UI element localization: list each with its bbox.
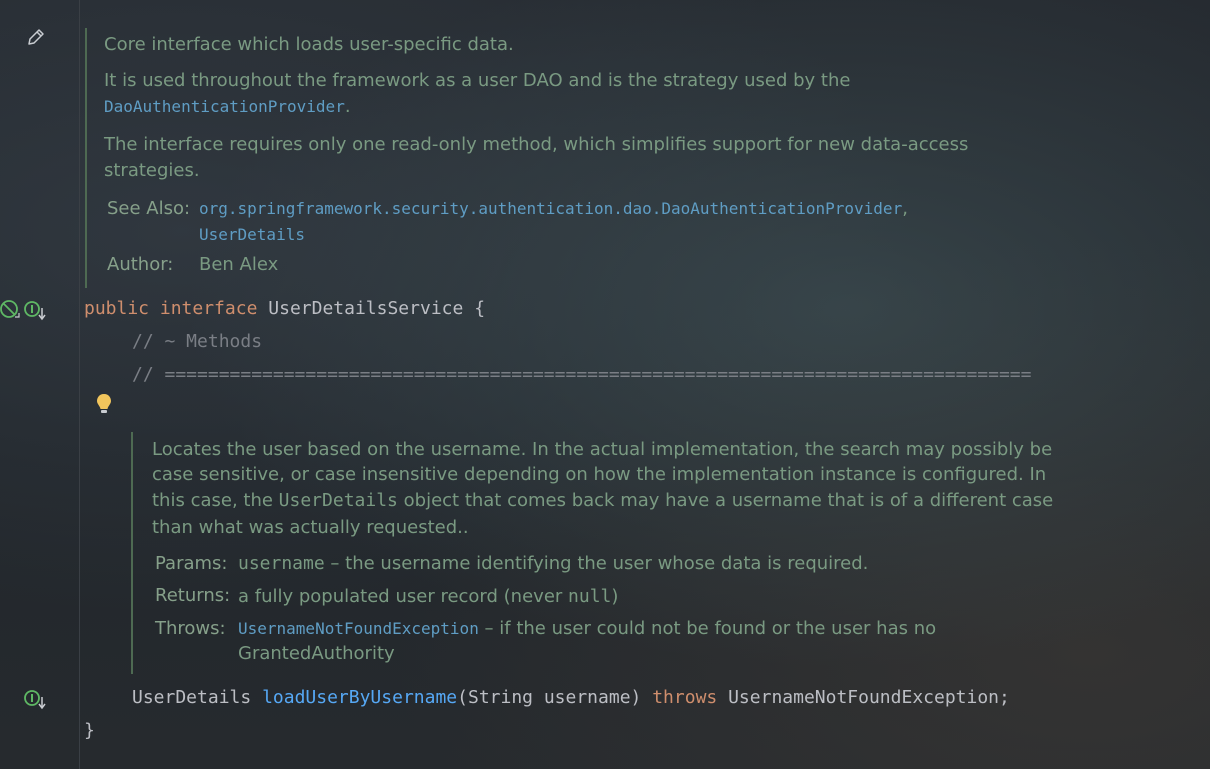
keyword-throws: throws (652, 687, 718, 708)
doc-text: this case, the (152, 490, 273, 511)
method-doc-bar (131, 432, 133, 674)
doc-line: this case, the UserDetails object that c… (152, 490, 1053, 511)
lightbulb-icon[interactable] (94, 392, 114, 416)
pencil-icon[interactable] (26, 27, 46, 47)
throws-desc-cont: GrantedAuthority (238, 643, 395, 664)
returns-value: a fully populated user record (never nul… (238, 586, 618, 607)
params-value: username – the username identifying the … (238, 553, 868, 574)
returns-label: Returns: (155, 585, 231, 606)
author-value: Ben Alex (199, 254, 279, 275)
throws-value: UsernameNotFoundException – if the user … (238, 618, 936, 639)
see-also-value: org.springframework.security.authenticat… (199, 198, 908, 219)
user-details-link[interactable]: UserDetails (199, 225, 305, 244)
keyword-interface: interface (159, 298, 258, 319)
method-implemented-icon[interactable] (24, 689, 50, 711)
method-signature[interactable]: UserDetails loadUserByUsername(String us… (132, 687, 1010, 708)
dao-auth-provider-link[interactable]: DaoAuthenticationProvider (104, 97, 345, 116)
gutter-divider (79, 0, 80, 769)
doc-code: UserDetails (278, 490, 398, 511)
doc-line: Locates the user based on the username. … (152, 439, 1053, 460)
no-implementation-icon[interactable] (0, 299, 22, 321)
comment-separator: // =====================================… (132, 364, 1032, 385)
param-desc: – the username identifying the user whos… (324, 553, 869, 574)
see-also-value: UserDetails (199, 224, 305, 245)
doc-punct: ) (611, 586, 619, 607)
doc-text: object that comes back may have a userna… (403, 490, 1054, 511)
doc-line: DaoAuthenticationProvider. (104, 96, 351, 117)
param-name: username (238, 553, 325, 574)
doc-line: Core interface which loads user-specific… (104, 34, 514, 55)
class-name[interactable]: UserDetailsService (268, 298, 463, 319)
exception-type[interactable]: UsernameNotFoundException; (728, 687, 1010, 708)
throws-label: Throws: (155, 618, 226, 639)
class-doc-bar (85, 28, 87, 288)
doc-line: It is used throughout the framework as a… (104, 70, 851, 91)
author-label: Author: (107, 254, 174, 275)
doc-punct: . (344, 96, 351, 117)
interface-declaration[interactable]: public interface UserDetailsService { (84, 298, 485, 319)
throws-desc: – if the user could not be found or the … (478, 618, 937, 639)
interface-implemented-icon[interactable] (24, 300, 50, 322)
doc-punct: , (902, 198, 908, 219)
returns-null: null (568, 586, 612, 607)
see-also-label: See Also: (107, 198, 191, 219)
exception-link[interactable]: UsernameNotFoundException (238, 619, 479, 638)
method-params: (String username) (457, 687, 642, 708)
comment-methods: // ~ Methods (132, 331, 263, 352)
doc-line: strategies. (104, 160, 200, 181)
method-name[interactable]: loadUserByUsername (262, 687, 457, 708)
doc-line: case sensitive, or case insensitive depe… (152, 464, 1047, 485)
open-brace: { (474, 298, 486, 319)
doc-line: The interface requires only one read-onl… (104, 134, 969, 155)
returns-desc: a fully populated user record (never (238, 586, 563, 607)
params-label: Params: (155, 553, 228, 574)
return-type[interactable]: UserDetails (132, 687, 251, 708)
keyword-public: public (84, 298, 150, 319)
doc-line: than what was actually requested.. (152, 517, 469, 538)
see-also-link[interactable]: org.springframework.security.authenticat… (199, 199, 902, 218)
close-brace: } (84, 720, 95, 741)
